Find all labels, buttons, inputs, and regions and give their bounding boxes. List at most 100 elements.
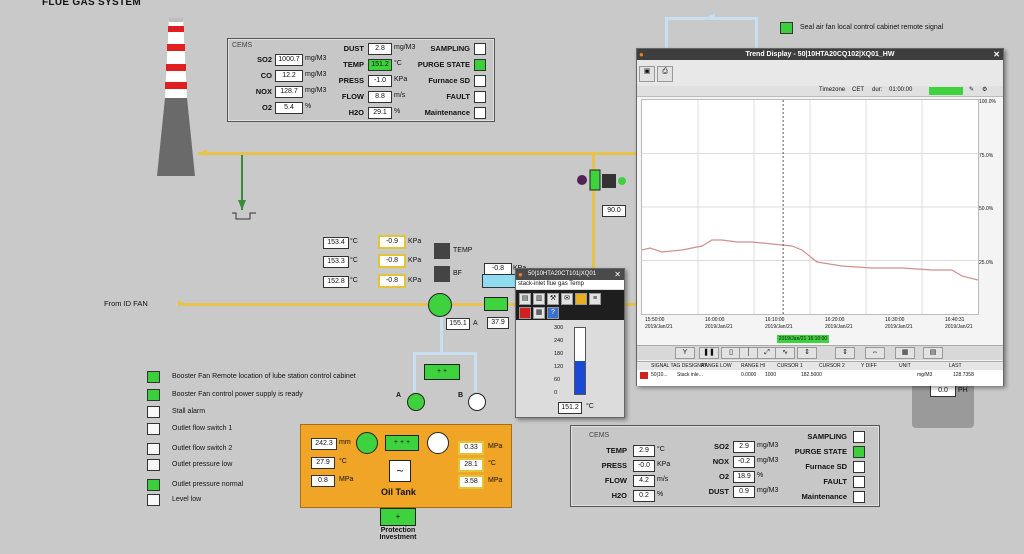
cems-flag-checkbox[interactable] bbox=[474, 91, 486, 103]
cems-value: 8.8 bbox=[368, 91, 392, 103]
oil-out-press2-unit: MPa bbox=[488, 477, 503, 484]
cems-value: -0.0 bbox=[633, 460, 655, 472]
press-reading-1: -0.9 bbox=[378, 235, 406, 249]
bf-status-label: BF bbox=[453, 270, 462, 277]
cems-label: O2 bbox=[718, 472, 729, 481]
duration-value[interactable]: 01:00:00 bbox=[889, 87, 912, 93]
oil-pump-2-icon[interactable] bbox=[427, 432, 449, 454]
pipe-arrow-icon: ▶ bbox=[178, 298, 185, 308]
table-cell: 1000 bbox=[765, 372, 777, 378]
oil-pump-1-icon[interactable] bbox=[356, 432, 378, 454]
pump-b-icon[interactable] bbox=[468, 393, 486, 411]
pump-a-icon[interactable] bbox=[407, 393, 425, 411]
cems-heading: CEMS bbox=[589, 432, 610, 439]
bf-status-box[interactable] bbox=[434, 266, 450, 282]
cems-flag-checkbox[interactable] bbox=[853, 476, 865, 488]
seal-air-signal-indicator bbox=[780, 22, 793, 34]
trend-x-scale: 15:50:00 2019/Jan/21 16:00:00 2019/Jan/21 16… bbox=[641, 317, 977, 335]
booster-fan-icon[interactable] bbox=[428, 293, 452, 317]
cems-value: 29.1 bbox=[368, 107, 392, 119]
drain-icon bbox=[230, 155, 260, 230]
cems-flag-checkbox[interactable] bbox=[853, 431, 865, 443]
doc-icon[interactable]: ▤ bbox=[519, 293, 531, 305]
cems-flag-checkbox[interactable] bbox=[853, 461, 865, 473]
print-icon[interactable]: ⎙ bbox=[657, 66, 673, 82]
trend-table-header: SIGNAL TAG DESIGNAT. RANGE LOW RANGE HI CUR… bbox=[637, 362, 1003, 370]
zoom-fit-button[interactable]: Y bbox=[675, 347, 695, 359]
cems-unit: mg/M3 bbox=[757, 487, 779, 494]
ruler-button[interactable]: ∿ bbox=[775, 347, 795, 359]
cems-value: 2.9 bbox=[633, 445, 655, 457]
save-icon[interactable]: ▣ bbox=[639, 66, 655, 82]
chart-icon[interactable]: ▥ bbox=[533, 293, 545, 305]
trend-y-scale: 100.0% 75.0% 50.0% 25.0% bbox=[979, 99, 999, 313]
close-icon[interactable]: ✕ bbox=[614, 270, 621, 279]
settings-icon[interactable]: ✎ bbox=[969, 86, 974, 93]
heater-icon[interactable]: ~ bbox=[389, 460, 411, 482]
tools-icon[interactable]: ⚒ bbox=[547, 293, 559, 305]
status-label: Level low bbox=[172, 496, 202, 503]
temp-status-box[interactable] bbox=[434, 243, 450, 259]
faceplate-scale-label: 180 bbox=[554, 351, 564, 357]
alarm-icon[interactable] bbox=[519, 307, 531, 319]
press-unit: KPa bbox=[408, 238, 422, 245]
press-unit: KPa bbox=[408, 277, 422, 284]
faceplate-unit: °C bbox=[586, 403, 594, 410]
faceplate-titlebar[interactable]: ● 50|10HTA20CT101|XQ01 ✕ bbox=[516, 269, 624, 280]
actuator-icon[interactable] bbox=[576, 168, 626, 192]
step-button[interactable]: ▯ bbox=[721, 347, 741, 359]
trend-table-row[interactable]: 50|10... Stack inle... 0.0000 1000 182.5000 m… bbox=[637, 372, 1003, 380]
cems-label: O2 bbox=[261, 103, 272, 112]
trend-titlebar[interactable]: ● Trend Display - 50|10HTA20CQ102|XQ01_H… bbox=[637, 49, 1003, 60]
protection-button[interactable]: + bbox=[380, 508, 416, 526]
status-indicator bbox=[147, 389, 160, 401]
cems-label: FLOW bbox=[604, 476, 627, 485]
print-icon[interactable]: ▦ bbox=[533, 307, 545, 319]
oil-out-press-reading: 0.33 bbox=[458, 441, 484, 455]
temp-reading-2: 153.3 bbox=[323, 256, 349, 268]
faceplate-window[interactable]: ● 50|10HTA20CT101|XQ01 ✕ stack-inlet flu… bbox=[515, 268, 625, 418]
cems-flag-checkbox[interactable] bbox=[853, 491, 865, 503]
export-button[interactable]: ▤ bbox=[923, 347, 943, 359]
cems-flag-label: SAMPLING bbox=[807, 432, 847, 441]
help-icon[interactable]: ? bbox=[547, 307, 559, 319]
scroll-button[interactable]: ⇔ bbox=[865, 347, 885, 359]
oil-out-temp-unit: °C bbox=[488, 460, 496, 467]
settings-icon-2[interactable]: ⚙ bbox=[982, 86, 987, 93]
cems-flag-checkbox[interactable] bbox=[474, 43, 486, 55]
cems-label: FLOW bbox=[341, 92, 364, 101]
trend-plot-area[interactable] bbox=[641, 99, 979, 315]
x-tick-date: 2019/Jan/21 bbox=[825, 324, 853, 330]
cems-flag-checkbox[interactable] bbox=[474, 59, 486, 71]
pause-button[interactable]: ❚❚ bbox=[699, 347, 719, 359]
actuator-reading: 90.0 bbox=[602, 205, 626, 217]
zoom-button[interactable]: ⤢ bbox=[757, 347, 777, 359]
mail-icon[interactable]: ✉ bbox=[561, 293, 573, 305]
pump-panel[interactable]: + + bbox=[424, 364, 460, 380]
temp-reading-3: 152.8 bbox=[323, 276, 349, 288]
list-icon[interactable]: ≡ bbox=[589, 293, 601, 305]
grid-button[interactable]: ▦ bbox=[895, 347, 915, 359]
oil-pump-panel[interactable]: + + + bbox=[385, 435, 419, 451]
trend-window[interactable]: ● Trend Display - 50|10HTA20CQ102|XQ01_H… bbox=[636, 48, 1004, 386]
cems-flag-label: Furnace SD bbox=[428, 76, 470, 85]
cems-label: DUST bbox=[343, 44, 364, 53]
cems-flag-label: Furnace SD bbox=[805, 462, 847, 471]
move-up-button[interactable]: ⇕ bbox=[797, 347, 817, 359]
cems-flag-checkbox[interactable] bbox=[474, 107, 486, 119]
cems-flag-checkbox[interactable] bbox=[474, 75, 486, 87]
color-icon[interactable] bbox=[575, 293, 587, 305]
move-down-button[interactable]: ⇕ bbox=[835, 347, 855, 359]
damper-icon[interactable] bbox=[484, 297, 508, 311]
series-color-swatch bbox=[640, 372, 648, 379]
close-icon[interactable]: ✕ bbox=[993, 49, 1000, 60]
faceplate-bar-bg bbox=[574, 327, 586, 395]
y-tick-label: 25.0% bbox=[979, 259, 994, 266]
oil-out-press-unit: MPa bbox=[488, 443, 503, 450]
status-indicator bbox=[147, 423, 160, 435]
oil-out-press2-reading: 3.58 bbox=[458, 475, 484, 489]
cems-flag-checkbox[interactable] bbox=[853, 446, 865, 458]
timezone-value[interactable]: CET bbox=[852, 87, 864, 93]
cems-value: 18.9 bbox=[733, 471, 755, 483]
cursor-button[interactable]: │ bbox=[739, 347, 759, 359]
